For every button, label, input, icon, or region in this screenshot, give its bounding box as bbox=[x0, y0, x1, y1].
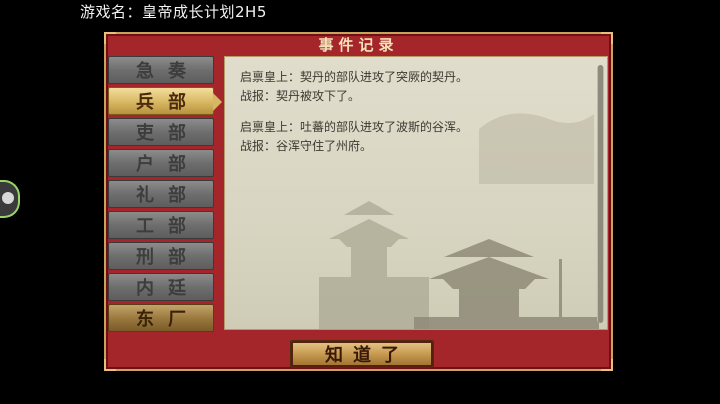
tab-justice-ministry[interactable]: 刑部 bbox=[108, 242, 214, 270]
game-name-caption: 游戏名：皇帝成长计划2H5 bbox=[80, 3, 267, 21]
tab-label: 急奏 bbox=[136, 61, 200, 82]
acknowledge-button[interactable]: 知道了 bbox=[290, 340, 434, 368]
acknowledge-label: 知道了 bbox=[325, 345, 409, 366]
tab-war-ministry[interactable]: 兵部 bbox=[108, 87, 222, 115]
event-log-dialog: 事件记录 急奏 兵部 吏部 户部 礼部 工部 刑部 内廷 东厂 启禀皇上：契丹的… bbox=[104, 32, 613, 371]
event-report-text: 启禀皇上：契丹的部队进攻了突厥的契丹。 bbox=[240, 70, 469, 84]
scrollbar-thumb[interactable] bbox=[598, 65, 603, 323]
scrollbar[interactable] bbox=[597, 65, 604, 323]
tab-east-depot[interactable]: 东厂 bbox=[108, 304, 214, 332]
tab-label: 吏部 bbox=[136, 123, 200, 144]
tab-works-ministry[interactable]: 工部 bbox=[108, 211, 214, 239]
tab-personnel-ministry[interactable]: 吏部 bbox=[108, 118, 214, 146]
tab-label: 工部 bbox=[136, 216, 200, 237]
tab-label: 礼部 bbox=[136, 185, 200, 206]
department-tabs: 急奏 兵部 吏部 户部 礼部 工部 刑部 内廷 东厂 bbox=[108, 56, 222, 335]
tab-urgent[interactable]: 急奏 bbox=[108, 56, 214, 84]
battle-result-text: 战报：契丹被攻下了。 bbox=[240, 89, 361, 103]
tab-rites-ministry[interactable]: 礼部 bbox=[108, 180, 214, 208]
event-log-list: 启禀皇上：契丹的部队进攻了突厥的契丹。 战报：契丹被攻下了。 启禀皇上：吐蕃的部… bbox=[240, 68, 587, 168]
tab-label: 内廷 bbox=[136, 278, 200, 299]
tab-inner-court[interactable]: 内廷 bbox=[108, 273, 214, 301]
tab-label: 兵部 bbox=[136, 92, 200, 113]
event-report-text: 启禀皇上：吐蕃的部队进攻了波斯的谷浑。 bbox=[240, 120, 469, 134]
floating-menu-icon[interactable] bbox=[0, 180, 20, 218]
tab-label: 东厂 bbox=[136, 309, 200, 330]
tab-revenue-ministry[interactable]: 户部 bbox=[108, 149, 214, 177]
tab-label: 刑部 bbox=[136, 247, 200, 268]
dialog-title: 事件记录 bbox=[318, 36, 399, 54]
list-item: 启禀皇上：契丹的部队进攻了突厥的契丹。 战报：契丹被攻下了。 bbox=[240, 68, 587, 106]
tab-label: 户部 bbox=[136, 154, 200, 175]
battle-result-text: 战报：谷浑守住了州府。 bbox=[240, 139, 373, 153]
list-item: 启禀皇上：吐蕃的部队进攻了波斯的谷浑。 战报：谷浑守住了州府。 bbox=[240, 118, 587, 156]
event-log-content: 启禀皇上：契丹的部队进攻了突厥的契丹。 战报：契丹被攻下了。 启禀皇上：吐蕃的部… bbox=[224, 56, 608, 330]
